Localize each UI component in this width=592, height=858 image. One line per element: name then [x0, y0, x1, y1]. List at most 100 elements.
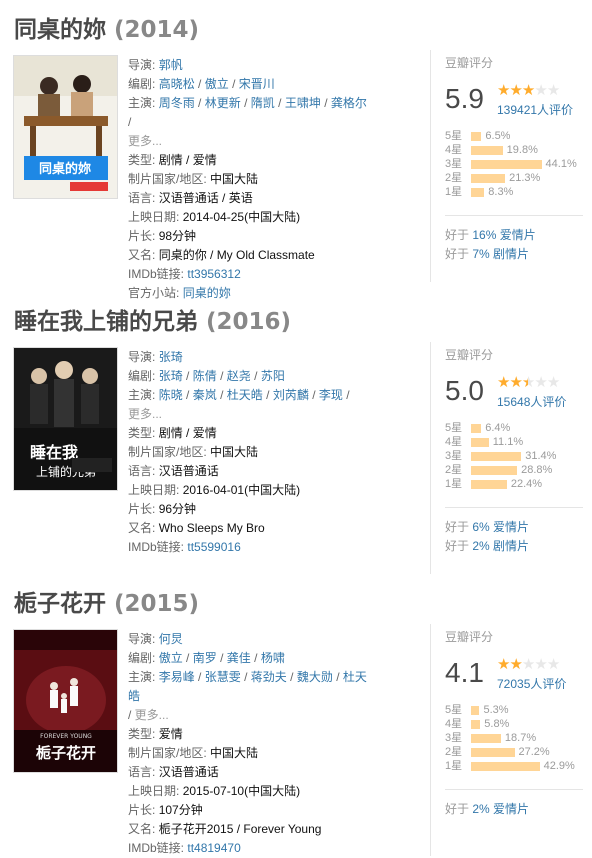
star-icon: ★	[509, 374, 522, 391]
imdb-link[interactable]: tt3956312	[187, 267, 240, 281]
imdb-row: IMDb链接: tt3956312	[128, 267, 241, 281]
more-link[interactable]: 更多...	[128, 132, 368, 151]
rating-votes-link[interactable]: 72035人评价	[497, 675, 566, 692]
svg-text:栀子花开: 栀子花开	[36, 744, 96, 762]
movie-title: 栀子花开 (2015)	[14, 584, 199, 618]
writer-link[interactable]: 宋晋川	[239, 77, 275, 91]
writer-link[interactable]: 陈倩	[193, 369, 217, 383]
writer-link[interactable]: 龚佳	[227, 651, 251, 665]
movie-poster[interactable]: FOREVER YOUNG 栀子花开	[14, 630, 117, 772]
writer-link[interactable]: 苏阳	[261, 369, 285, 383]
rating-distribution: 5星 6.4% 4星 11.1% 3星 31.4% 2星 28.8% 1星 22.4%	[445, 421, 592, 491]
imdb-link[interactable]: tt4819470	[187, 841, 240, 855]
movie-poster[interactable]: 睡在我 上铺的兄弟	[14, 348, 117, 490]
rating-bar-percent: 42.9%	[543, 760, 575, 772]
genre-value: 剧情	[158, 153, 183, 167]
cast-link[interactable]: 李现	[319, 388, 343, 402]
rating-bar-percent: 6.4%	[485, 422, 511, 434]
rating-better-than: 好于 16% 爱情片 好于 7% 剧情片	[445, 228, 536, 261]
genre-row: 类型: 剧情 / 爱情	[128, 426, 217, 440]
rating-better-than: 好于 6% 爱情片 好于 2% 剧情片	[445, 520, 530, 553]
cast-link[interactable]: 周冬雨	[159, 96, 195, 110]
rating-better-than: 好于 2% 爱情片	[445, 802, 530, 816]
imdb-link[interactable]: tt5599016	[187, 540, 240, 554]
writer-link[interactable]: 张琦	[159, 369, 183, 383]
star-icon: ★	[509, 656, 522, 673]
cast-link[interactable]: 张慧雯	[205, 670, 241, 684]
more-link[interactable]: 更多...	[128, 405, 368, 424]
rating-bar-row: 2星 21.3%	[445, 171, 592, 185]
cast-link[interactable]: 林更新	[205, 96, 241, 110]
rating-bar-row: 4星 5.8%	[445, 717, 592, 731]
director-link[interactable]: 何炅	[159, 632, 183, 646]
cast-link[interactable]: 龚格尔	[331, 96, 367, 110]
rating-bar	[471, 480, 507, 489]
cast-link[interactable]: 李易峰	[159, 670, 195, 684]
cast-row: 主演: 周冬雨 / 林更新 / 隋凯 / 王啸坤 / 龚格尔 /	[128, 96, 367, 129]
movie-year: (2015)	[114, 591, 200, 617]
rating-votes-link[interactable]: 15648人评价	[497, 393, 566, 410]
rating-title: 豆瓣评分	[445, 348, 494, 362]
rating-bar-label: 5星	[445, 704, 463, 716]
cast-link[interactable]: 魏大勋	[297, 670, 333, 684]
writer-link[interactable]: 傲立	[159, 651, 183, 665]
cast-link[interactable]: 秦岚	[193, 388, 217, 402]
rating-bar-row: 5星 5.3%	[445, 703, 592, 717]
poster-art-icon: FOREVER YOUNG 栀子花开	[14, 630, 117, 772]
star-icon: ★	[521, 374, 535, 391]
cast-link[interactable]: 陈晓	[159, 388, 183, 402]
rating-bar-percent: 11.1%	[492, 436, 524, 448]
rating-bar-percent: 6.5%	[485, 130, 511, 142]
release-value: 2016-04-01(中国大陆)	[182, 483, 301, 497]
aka-value: 同桌的你 / My Old Classmate	[158, 248, 315, 262]
director-link[interactable]: 张琦	[159, 350, 183, 364]
writer-link[interactable]: 杨啸	[261, 651, 285, 665]
director-link[interactable]: 郭帆	[159, 58, 183, 72]
star-icon: ★	[534, 82, 547, 99]
better-than-link[interactable]: 2% 剧情片	[472, 539, 529, 553]
movie-title: 同桌的妳 (2014)	[14, 10, 199, 44]
rating-bar	[471, 174, 506, 183]
language-value: 汉语普通话	[158, 765, 219, 779]
cast-link[interactable]: 王啸坤	[285, 96, 321, 110]
writer-link[interactable]: 赵尧	[227, 369, 251, 383]
rating-stars: ★★★★★	[497, 373, 560, 391]
writer-link[interactable]: 南罗	[193, 651, 217, 665]
cast-link[interactable]: 隋凯	[251, 96, 275, 110]
star-icon: ★	[534, 656, 547, 673]
better-than-link[interactable]: 16% 爱情片	[472, 228, 535, 242]
rating-bar-percent: 5.8%	[484, 718, 510, 730]
rating-bar	[471, 188, 485, 197]
better-than-link[interactable]: 6% 爱情片	[472, 520, 529, 534]
runtime-value: 96分钟	[158, 502, 197, 516]
genre-value: 爱情	[192, 426, 217, 440]
writer-link[interactable]: 高晓松	[159, 77, 195, 91]
rating-bar	[471, 452, 522, 461]
rating-bar	[471, 160, 542, 169]
rating-bar	[471, 734, 501, 743]
writer-link[interactable]: 傲立	[205, 77, 229, 91]
cast-link[interactable]: 蒋劲夫	[251, 670, 287, 684]
runtime-row: 片长: 107分钟	[128, 803, 203, 817]
movie-poster[interactable]: 同桌的妳	[14, 56, 117, 198]
director-row: 导演: 何炅	[128, 632, 183, 646]
rating-bar-label: 2星	[445, 172, 463, 184]
cast-link[interactable]: 刘芮麟	[273, 388, 309, 402]
rating-stars: ★★★★★	[497, 655, 560, 673]
better-than-link[interactable]: 7% 剧情片	[472, 247, 529, 261]
rating-bar	[471, 466, 518, 475]
rating-bar	[471, 424, 482, 433]
writers-row: 编剧: 高晓松 / 傲立 / 宋晋川	[128, 77, 275, 91]
movie-card: 栀子花开 (2015) FOREVER YOUNG 栀子花开 导演: 何炅 编剧…	[0, 574, 592, 858]
rating-bar-label: 2星	[445, 746, 463, 758]
genre-value: 爱情	[158, 727, 183, 741]
rating-distribution: 5星 5.3% 4星 5.8% 3星 18.7% 2星 27.2% 1星 42.9%	[445, 703, 592, 773]
divider	[445, 215, 583, 216]
rating-votes-link[interactable]: 139421人评价	[497, 101, 573, 118]
more-link[interactable]: / 更多...	[128, 706, 368, 725]
rating-bar-label: 4星	[445, 718, 463, 730]
movie-card: 睡在我上铺的兄弟 (2016) 睡在我 上铺的兄弟 导演: 张琦 编剧: 张琦 …	[0, 292, 592, 574]
poster-art-icon: 睡在我 上铺的兄弟	[14, 348, 117, 490]
better-than-link[interactable]: 2% 爱情片	[472, 802, 529, 816]
cast-link[interactable]: 杜天皓	[227, 388, 263, 402]
